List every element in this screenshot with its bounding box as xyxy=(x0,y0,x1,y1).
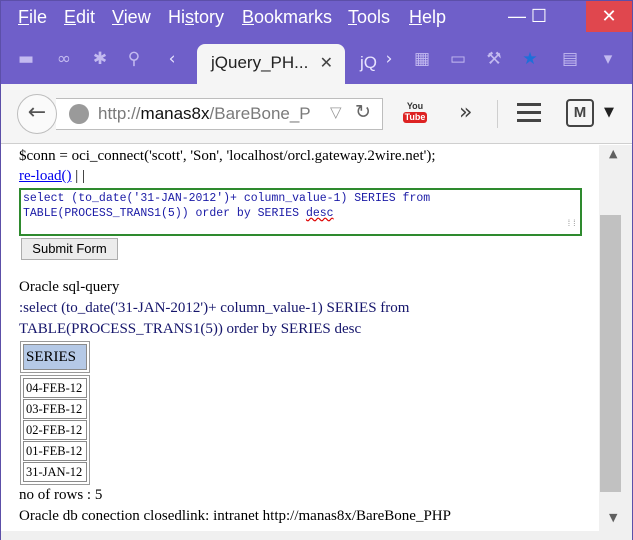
sql-textarea-line-2: TABLE(PROCESS_TRANS1(5)) order by SERIES… xyxy=(23,206,578,221)
column-header-series: SERIES xyxy=(23,344,87,370)
result-table-body: 04-FEB-12 03-FEB-12 02-FEB-12 01-FEB-12 … xyxy=(20,375,90,485)
url-text[interactable]: http://manas8x/BareBone_P xyxy=(98,104,320,124)
globe-icon xyxy=(69,104,89,124)
gear-icon[interactable]: ✱ xyxy=(89,48,111,70)
menu-bar: File Edit View History Bookmarks Tools H… xyxy=(1,1,632,34)
sql-textarea-spellcheck-word: desc xyxy=(305,207,334,220)
tab-list-dropdown-icon[interactable]: ▾ xyxy=(597,48,619,70)
tab-scroll-right-icon[interactable]: › xyxy=(378,48,400,70)
menu-edit[interactable]: Edit xyxy=(64,7,95,28)
connection-closed-text: Oracle db conection closedlink: intranet… xyxy=(19,508,451,524)
youtube-icon-top: You xyxy=(406,101,424,111)
menu-tools[interactable]: Tools xyxy=(348,7,390,28)
mcafee-addon-icon[interactable]: M xyxy=(566,99,594,127)
overflow-chevron-icon[interactable]: » xyxy=(459,100,472,125)
table-row: 03-FEB-12 xyxy=(23,399,87,419)
clipboard-icon[interactable]: ▤ xyxy=(559,48,581,70)
url-path: /BareBone_P xyxy=(209,104,311,123)
window-icon[interactable]: ▭ xyxy=(447,48,469,70)
connection-line: $conn = oci_connect('scott', 'Son', 'loc… xyxy=(19,148,436,164)
tab-close-icon[interactable]: ✕ xyxy=(320,53,333,73)
browser-window: File Edit View History Bookmarks Tools H… xyxy=(0,0,633,540)
query-echo-line-1: :select (to_date('31-JAN-2012')+ column_… xyxy=(19,300,410,316)
tab-title: jQuery_PH... xyxy=(211,53,309,72)
folder-icon[interactable]: ▬ xyxy=(15,48,37,70)
page-content: $conn = oci_connect('scott', 'Son', 'loc… xyxy=(1,145,599,531)
table-row: 31-JAN-12 xyxy=(23,462,87,482)
menu-file[interactable]: File xyxy=(18,7,47,28)
scrollbar-thumb[interactable] xyxy=(600,215,621,492)
table-row: 04-FEB-12 xyxy=(23,378,87,398)
url-prefix: http:// xyxy=(98,104,141,123)
tab-strip: ▬ ∞ ✱ ⚲ ‹ jQuery_PH... ✕ jQ › ▦ ▭ ⚒ ★ ▤ … xyxy=(1,34,632,84)
url-bar[interactable]: http://manas8x/BareBone_P ▽ ↻ xyxy=(56,98,383,130)
close-button[interactable]: ✕ xyxy=(586,1,632,32)
addon-dropdown-icon[interactable]: ▼ xyxy=(604,105,614,120)
search-icon[interactable]: ⚲ xyxy=(123,48,145,70)
toolbar-divider xyxy=(497,100,498,128)
nav-bar: http://manas8x/BareBone_P ▽ ↻ ← You Tube… xyxy=(1,84,632,144)
back-button[interactable]: ← xyxy=(17,94,57,134)
result-table-header: SERIES xyxy=(20,341,90,373)
oracle-sql-query-label: Oracle sql-query xyxy=(19,279,120,295)
resize-grip-icon[interactable]: ⁞⁞ xyxy=(566,217,577,232)
menu-help[interactable]: Help xyxy=(409,7,446,28)
menu-history[interactable]: History xyxy=(168,7,224,28)
maximize-button[interactable]: ☐ xyxy=(516,1,562,32)
url-host: manas8x xyxy=(140,104,210,123)
query-echo-line-2: TABLE(PROCESS_TRANS1(5)) order by SERIES… xyxy=(19,321,362,337)
vertical-scrollbar[interactable]: ▲ ▼ xyxy=(599,145,632,531)
scroll-up-arrow-icon[interactable]: ▲ xyxy=(609,147,617,160)
menu-view[interactable]: View xyxy=(112,7,151,28)
table-row: 01-FEB-12 xyxy=(23,441,87,461)
back-arrow-icon: ← xyxy=(27,100,47,125)
menu-bookmarks[interactable]: Bookmarks xyxy=(242,7,332,28)
window-bottom-edge xyxy=(1,531,632,540)
tab-next[interactable]: jQ xyxy=(360,53,377,73)
tab-scroll-left-icon[interactable]: ‹ xyxy=(161,48,183,70)
row-count-text: no of rows : 5 xyxy=(19,487,103,503)
sql-textarea-line-1: select (to_date('31-JAN-2012')+ column_v… xyxy=(23,192,431,205)
youtube-icon[interactable]: You Tube xyxy=(403,101,427,127)
reload-icon[interactable]: ↻ xyxy=(355,101,371,123)
reload-link[interactable]: re-load() xyxy=(19,168,71,184)
sql-textarea[interactable]: select (to_date('31-JAN-2012')+ column_v… xyxy=(19,188,582,236)
reload-suffix: | | xyxy=(71,168,85,184)
youtube-icon-bottom: Tube xyxy=(403,112,427,123)
wrench-icon[interactable]: ⚒ xyxy=(483,48,505,70)
star-icon[interactable]: ★ xyxy=(519,48,541,70)
reload-line: re-load() | | xyxy=(19,168,85,185)
tab-jquery-php[interactable]: jQuery_PH... ✕ xyxy=(197,44,345,84)
mask-icon[interactable]: ∞ xyxy=(53,48,75,70)
url-dropdown-icon[interactable]: ▽ xyxy=(330,103,342,121)
sql-textarea-line-2-text: TABLE(PROCESS_TRANS1(5)) order by SERIES xyxy=(23,207,306,220)
table-row: 02-FEB-12 xyxy=(23,420,87,440)
menu-hamburger-icon[interactable] xyxy=(517,103,541,123)
submit-form-button[interactable]: Submit Form xyxy=(21,238,118,260)
scroll-down-arrow-icon[interactable]: ▼ xyxy=(609,511,617,524)
grid-icon[interactable]: ▦ xyxy=(411,48,433,70)
